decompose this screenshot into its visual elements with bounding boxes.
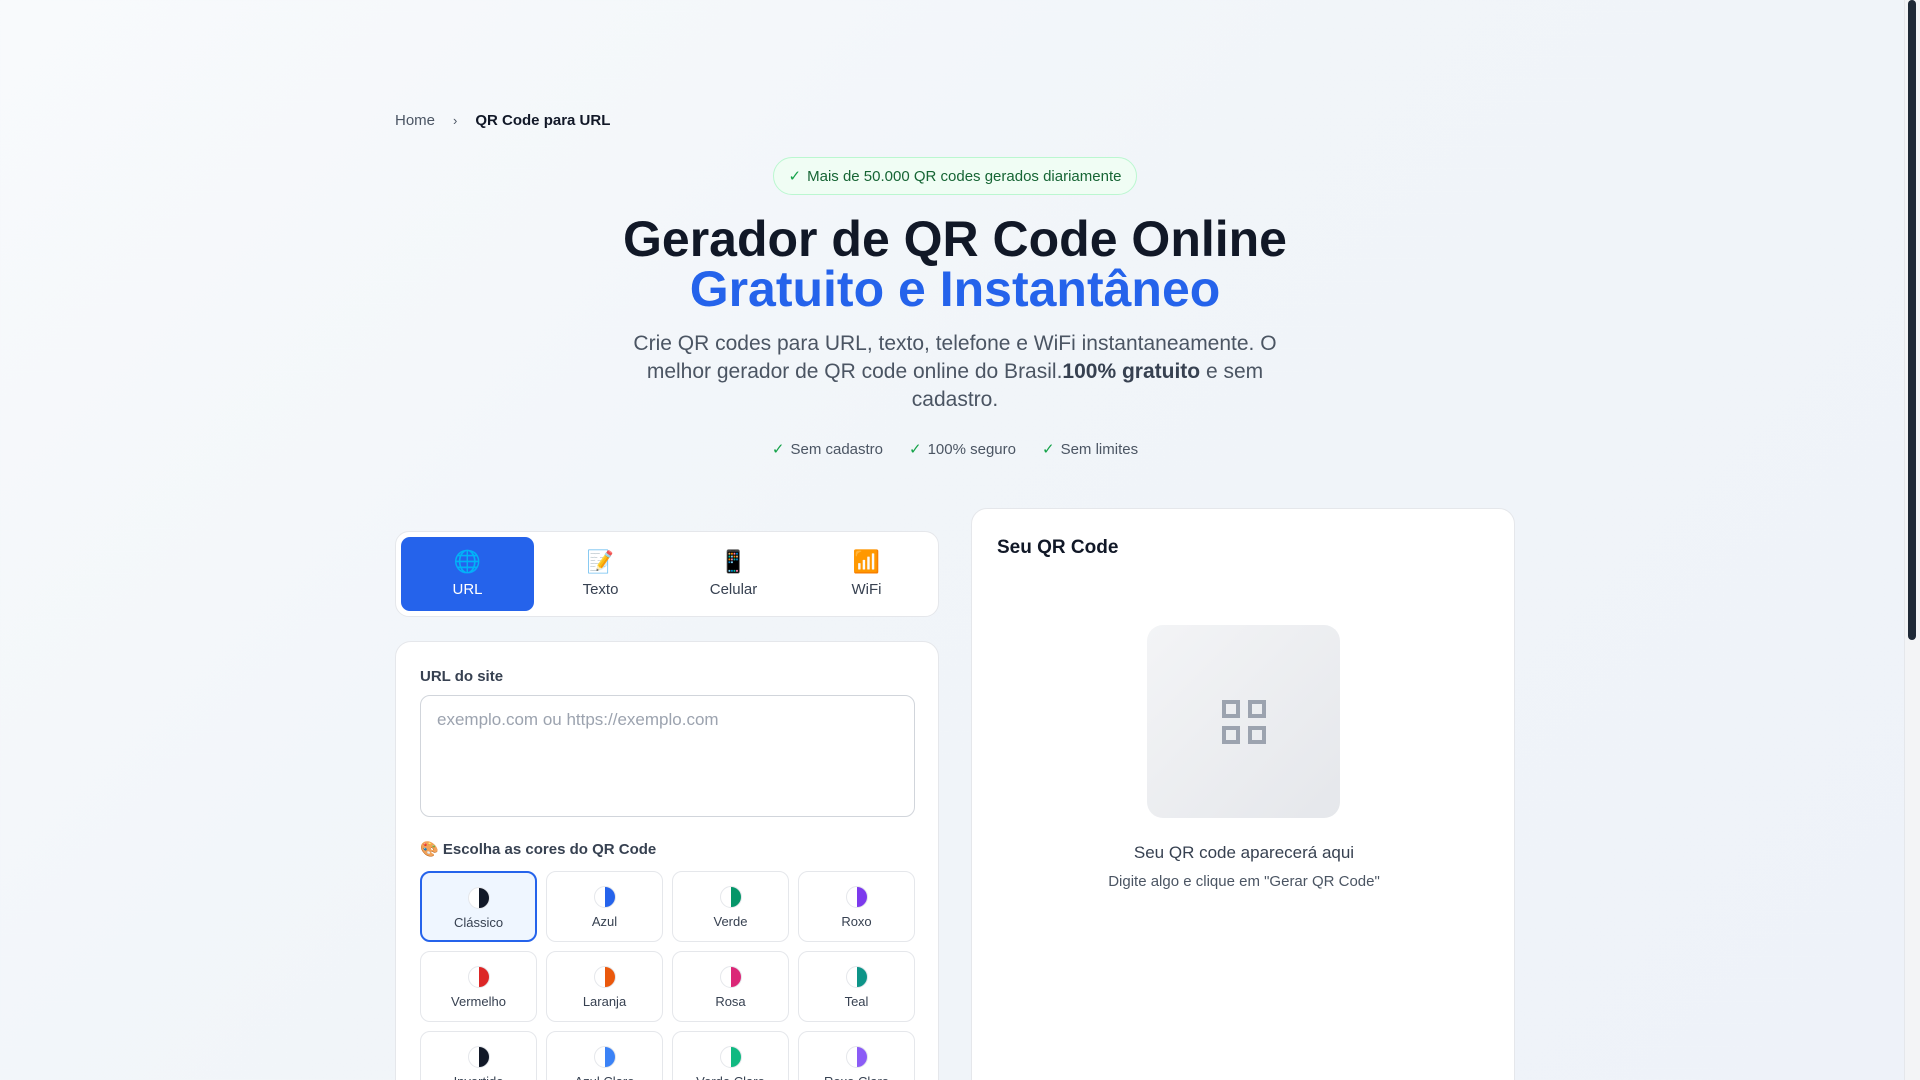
feature-label: 100% seguro (927, 440, 1016, 458)
color-swatch-icon (593, 966, 616, 988)
scrollbar-thumb[interactable] (1908, 0, 1916, 640)
tab-texto[interactable]: 📝 Texto (534, 537, 667, 611)
check-icon: ✓ (788, 168, 802, 185)
color-option-label: Verde Claro (696, 1074, 765, 1080)
check-icon: ✓ (909, 441, 922, 458)
stats-badge-text: Mais de 50.000 QR codes gerados diariame… (807, 167, 1122, 185)
qr-placeholder (1147, 625, 1340, 818)
color-option-teal[interactable]: Teal (798, 951, 915, 1022)
color-swatch-icon (467, 1046, 490, 1068)
qr-preview-card: Seu QR Code Seu QR code aparecerá aqui D… (971, 508, 1515, 1080)
hero-description-bold: 100% gratuito (1062, 360, 1201, 383)
color-option-label: Azul (591, 914, 618, 929)
breadcrumb: Home › QR Code para URL (395, 112, 610, 129)
feature-label: Sem limites (1060, 440, 1139, 458)
tab-label: Celular (709, 580, 758, 598)
color-swatch-icon (719, 966, 742, 988)
preview-title: Seu QR Code (997, 537, 1119, 558)
color-option-roxo-claro[interactable]: Roxo Claro (798, 1031, 915, 1080)
color-option-verde[interactable]: Verde (672, 871, 789, 942)
color-option-azul-claro[interactable]: Azul Claro (546, 1031, 663, 1080)
color-option-azul[interactable]: Azul (546, 871, 663, 942)
preview-empty-title: Seu QR code aparecerá aqui (1133, 843, 1355, 862)
color-option-label: Azul Claro (575, 1074, 635, 1080)
hero-description: Crie QR codes para URL, texto, telefone … (620, 330, 1290, 414)
color-picker-label: 🎨 Escolha as cores do QR Code (420, 841, 657, 858)
color-swatch-icon (593, 886, 616, 908)
page-title: Gerador de QR Code Online Gratuito e Ins… (460, 214, 1450, 314)
breadcrumb-home-link[interactable]: Home (395, 112, 435, 129)
globe-icon: 🌐 (453, 548, 482, 574)
color-options-grid: Clássico Azul Verde Roxo Vermelho Laranja Rosa… (420, 871, 915, 1080)
feature-list: ✓ Sem cadastro ✓ 100% seguro ✓ Sem limit… (540, 440, 1370, 459)
tab-label: WiFi (851, 580, 882, 598)
tab-label: Texto (582, 580, 619, 598)
color-swatch-icon (719, 1046, 742, 1068)
check-icon: ✓ (1042, 441, 1055, 458)
qr-code-icon (1221, 699, 1266, 744)
memo-icon: 📝 (586, 548, 615, 574)
color-option-label: Laranja (582, 994, 627, 1009)
tab-label: URL (452, 580, 483, 598)
color-swatch-icon (845, 1046, 868, 1068)
feature-label: Sem cadastro (790, 440, 884, 458)
color-option-label: Roxo (841, 914, 872, 929)
feature-item: ✓ Sem cadastro (771, 440, 884, 459)
color-option-label: Clássico (453, 915, 504, 930)
color-option-label: Vermelho (451, 994, 506, 1009)
chevron-right-icon: › (453, 113, 458, 128)
phone-icon: 📱 (719, 548, 748, 574)
page-title-line2: Gratuito e Instantâneo (689, 261, 1221, 317)
color-swatch-icon (467, 966, 490, 988)
color-option-vermelho[interactable]: Vermelho (420, 951, 537, 1022)
stats-badge: ✓ Mais de 50.000 QR codes gerados diaria… (773, 157, 1137, 195)
qr-type-tabs: 🌐 URL 📝 Texto 📱 Celular 📶 WiFi (395, 531, 939, 617)
color-swatch-icon (593, 1046, 616, 1068)
color-option-label: Teal (844, 994, 869, 1009)
url-input[interactable] (420, 695, 915, 817)
feature-item: ✓ Sem limites (1042, 440, 1139, 459)
feature-item: ✓ 100% seguro (909, 440, 1016, 459)
color-option-laranja[interactable]: Laranja (546, 951, 663, 1022)
wifi-signal-icon: 📶 (852, 548, 881, 574)
color-option-label: Verde (713, 914, 748, 929)
tab-celular[interactable]: 📱 Celular (667, 537, 800, 611)
color-option-rosa[interactable]: Rosa (672, 951, 789, 1022)
color-option-label: Invertido (454, 1074, 504, 1080)
page-title-line1: Gerador de QR Code Online (623, 211, 1287, 267)
color-swatch-icon (719, 886, 742, 908)
qr-form-card: URL do site 🎨 Escolha as cores do QR Cod… (395, 641, 939, 1080)
color-option-roxo[interactable]: Roxo (798, 871, 915, 942)
color-option-verde-claro[interactable]: Verde Claro (672, 1031, 789, 1080)
page-scrollbar[interactable] (1904, 0, 1920, 1080)
color-swatch-icon (845, 886, 868, 908)
color-option-label: Rosa (715, 994, 746, 1009)
tab-wifi[interactable]: 📶 WiFi (800, 537, 933, 611)
color-swatch-icon (467, 887, 490, 909)
color-swatch-icon (845, 966, 868, 988)
url-field-label: URL do site (420, 668, 504, 685)
color-option-classico[interactable]: Clássico (420, 871, 537, 942)
breadcrumb-current: QR Code para URL (475, 112, 611, 129)
preview-empty-subtitle: Digite algo e clique em "Gerar QR Code" (1108, 873, 1380, 890)
check-icon: ✓ (771, 441, 785, 458)
color-option-invertido[interactable]: Invertido (420, 1031, 537, 1080)
tab-url[interactable]: 🌐 URL (401, 537, 534, 611)
color-option-label: Roxo Claro (824, 1074, 889, 1080)
